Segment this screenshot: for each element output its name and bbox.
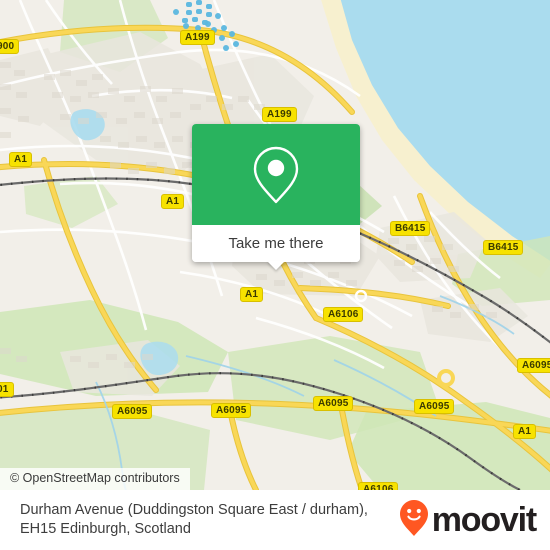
road-shield: B6415 xyxy=(390,221,431,236)
road-shield: A6106 xyxy=(323,307,364,322)
moovit-pin-smiley-icon xyxy=(399,499,429,542)
road-shield: A6106 xyxy=(358,482,399,490)
road-shield: 900 xyxy=(0,39,20,54)
road-shield: A1 xyxy=(513,424,537,439)
road-shield: A6095 xyxy=(414,399,455,414)
road-shield: 01 xyxy=(0,382,14,397)
map-pin-icon xyxy=(251,144,301,206)
road-shield: A6095 xyxy=(112,404,153,419)
map-canvas[interactable]: 900 A199 A199 A1 A1 A1 B6415 B6415 A6106 01 A6095 A… xyxy=(0,0,550,490)
road-shield: A1 xyxy=(9,152,33,167)
road-shield: A1 xyxy=(240,287,264,302)
road-shield: A6095 xyxy=(211,403,252,418)
location-title: Durham Avenue (Duddingston Square East /… xyxy=(20,502,368,537)
take-me-there-label: Take me there xyxy=(228,235,324,252)
road-shield: A6095 xyxy=(517,358,550,373)
popup-icon-area xyxy=(192,124,360,225)
moovit-station-map-screen: 900 A199 A199 A1 A1 A1 B6415 B6415 A6106 01 A6095 A… xyxy=(0,0,550,550)
road-shield: A199 xyxy=(262,107,297,122)
moovit-wordmark: moovit xyxy=(431,501,537,539)
osm-attribution[interactable]: © OpenStreetMap contributors xyxy=(0,468,190,490)
location-popup-card[interactable]: Take me there xyxy=(192,124,360,270)
popup-pointer-tail xyxy=(267,261,285,270)
road-shield: A1 xyxy=(161,194,185,209)
moovit-logo[interactable]: moovit xyxy=(399,499,537,542)
road-shield: A6095 xyxy=(313,396,354,411)
footer-bar: Durham Avenue (Duddingston Square East /… xyxy=(0,490,550,550)
road-shield: A199 xyxy=(180,30,215,45)
take-me-there-button[interactable]: Take me there xyxy=(192,225,360,270)
road-shield: B6415 xyxy=(483,240,524,255)
